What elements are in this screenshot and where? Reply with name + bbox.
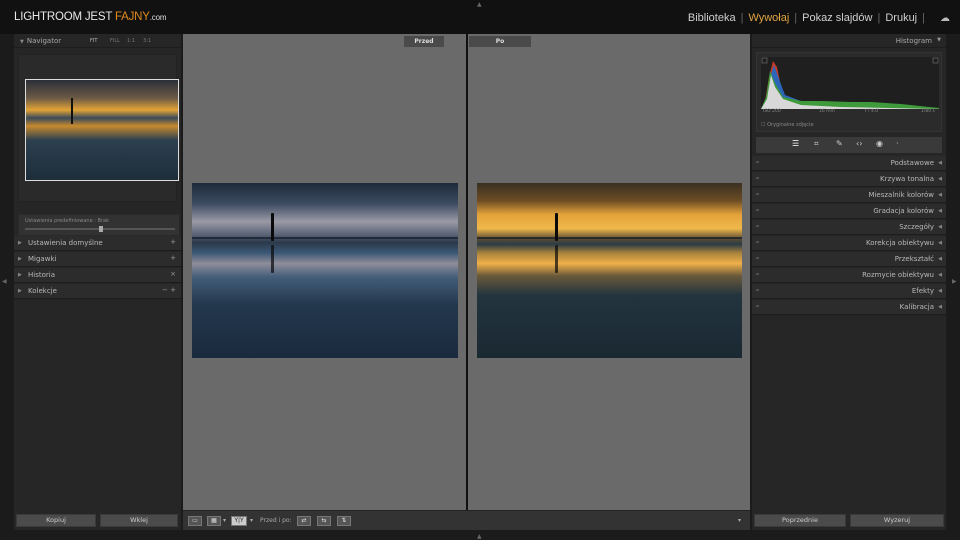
clear-history-button[interactable]: × (170, 270, 176, 278)
reset-button[interactable]: Wyzeruj (850, 514, 944, 527)
previous-button[interactable]: Poprzednie (754, 514, 846, 527)
histogram-header[interactable]: Histogram ▼ (752, 34, 946, 48)
module-wywolaj[interactable]: Wywołaj (748, 12, 789, 24)
section-transform[interactable]: ═ Przekształć ◀ (752, 252, 946, 267)
healing-icon[interactable]: ✎ (836, 139, 843, 148)
section-effects[interactable]: ═ Efekty ◀ (752, 284, 946, 299)
navigator-preview[interactable] (18, 54, 179, 202)
section-lens-corrections[interactable]: ═ Korekcja obiektywu ◀ (752, 236, 946, 251)
histogram-title: Histogram (895, 37, 932, 45)
collapse-arrow-icon: ▼ (937, 37, 941, 43)
person-silhouette (271, 213, 274, 241)
section-color-grading[interactable]: ═ Gradacja kolorów ◀ (752, 204, 946, 219)
expand-arrow-icon: ▶ (18, 288, 22, 294)
module-pokaz-slajdow[interactable]: Pokaz slajdów (802, 12, 872, 24)
zoom-3-1[interactable]: 3:1 (143, 38, 151, 44)
edit-sliders-icon[interactable]: ☰ (792, 139, 799, 148)
section-color-mixer[interactable]: ═ Mieszalnik kolorów ◀ (752, 188, 946, 203)
section-history[interactable]: ▶ Historia × (14, 268, 181, 283)
center-toolbar: ▭ ▦ ▾ Y|Y ▾ Przed i po: ⇄ ⇆ ⇅ ▾ (183, 510, 750, 530)
more-icon[interactable]: · (896, 139, 899, 148)
person-reflection (271, 245, 274, 273)
identity-bar: LIGHTROOM JEST FAJNY.com Biblioteka | Wywo… (0, 0, 960, 34)
after-photo[interactable] (477, 183, 742, 358)
left-panel-toggle-icon[interactable]: ◀ (2, 278, 7, 285)
top-panel-toggle-icon[interactable]: ▲ (477, 1, 482, 8)
lightroom-window: LIGHTROOM JEST FAJNY.com Biblioteka | Wywo… (0, 0, 960, 540)
left-bottom-buttons: Kopiuj Wklej (14, 512, 181, 530)
after-label: Po (469, 36, 531, 47)
zoom-fill[interactable]: FILL (110, 38, 120, 44)
navigator-header[interactable]: ▼ Navigator FIT FILL 1:1 3:1 (14, 34, 181, 48)
section-basic[interactable]: ═ Podstawowe ◀ (752, 156, 946, 171)
expand-arrow-icon: ▶ (18, 272, 22, 278)
preset-amount-slider[interactable]: Ustawienia predefiniowane : Brak (18, 214, 180, 236)
mask-icon[interactable]: ‹› (856, 139, 862, 148)
compare-divider (466, 34, 468, 510)
collection-controls[interactable]: − + (162, 286, 176, 294)
navigator-title: Navigator (26, 37, 62, 45)
right-panel-toggle-icon[interactable]: ▶ (952, 278, 957, 285)
add-preset-button[interactable]: + (170, 238, 176, 246)
compare-view: Przed Po (183, 34, 750, 510)
swap-button[interactable]: ⇅ (337, 516, 351, 526)
loupe-view-button[interactable]: ▭ (188, 516, 202, 526)
crop-icon[interactable]: ⌗ (814, 139, 819, 149)
before-after-label: Przed i po: (260, 517, 292, 524)
before-after-view-button[interactable]: Y|Y (231, 516, 247, 526)
section-calibration[interactable]: ═ Kalibracja ◀ (752, 300, 946, 315)
expand-arrow-icon: ▶ (18, 256, 22, 262)
zoom-1-1[interactable]: 1:1 (127, 38, 135, 44)
zoom-fit[interactable]: FIT (90, 38, 97, 44)
copy-button[interactable]: Kopiuj (16, 514, 96, 527)
right-bottom-buttons: Poprzednie Wyzeruj (752, 512, 946, 530)
original-photo-checkbox[interactable]: ☐ Oryginalne zdjęcie (761, 122, 814, 128)
copy-before-to-after-button[interactable]: ⇄ (297, 516, 311, 526)
paste-button[interactable]: Wklej (100, 514, 178, 527)
section-lens-blur[interactable]: ═ Rozmycie obiektywu ◀ (752, 268, 946, 283)
section-detail[interactable]: ═ Szczegóły ◀ (752, 220, 946, 235)
cloud-sync-icon[interactable]: ☁ (940, 13, 950, 24)
right-panel: Histogram ▼ ISO 200 16 mm f / 4.0 1/80 s… (752, 34, 946, 530)
add-snapshot-button[interactable]: + (170, 254, 176, 262)
module-drukuj[interactable]: Drukuj (885, 12, 917, 24)
before-photo[interactable] (192, 183, 458, 358)
section-collections[interactable]: ▶ Kolekcje − + (14, 284, 181, 299)
copy-after-to-before-button[interactable]: ⇆ (317, 516, 331, 526)
histogram-graph (761, 57, 939, 109)
section-presets[interactable]: ▶ Ustawienia domyślne + (14, 236, 181, 251)
view-mode-dropdown-icon[interactable]: ▾ (250, 517, 253, 524)
view-dropdown-icon[interactable]: ▾ (223, 517, 226, 524)
grid-view-button[interactable]: ▦ (207, 516, 221, 526)
filmstrip-toggle-icon[interactable]: ▲ (477, 533, 482, 540)
navigator-thumbnail[interactable] (25, 79, 179, 181)
expand-arrow-icon: ▶ (18, 240, 22, 246)
module-picker: Biblioteka | Wywołaj | Pokaz slajdów | Drukuj | (687, 12, 925, 24)
module-biblioteka[interactable]: Biblioteka (688, 12, 736, 24)
red-eye-icon[interactable]: ◉ (876, 139, 883, 148)
develop-tool-strip: ☰ ⌗ ✎ ‹› ◉ · (756, 137, 942, 153)
slider-knob[interactable] (99, 226, 103, 232)
before-label: Przed (404, 36, 444, 47)
left-panel: ▼ Navigator FIT FILL 1:1 3:1 Ustawienia p… (14, 34, 181, 530)
section-snapshots[interactable]: ▶ Migawki + (14, 252, 181, 267)
person-silhouette (555, 213, 558, 241)
person-reflection (555, 245, 558, 273)
section-tone-curve[interactable]: ═ Krzywa tonalna ◀ (752, 172, 946, 187)
toolbar-menu-icon[interactable]: ▾ (738, 517, 741, 524)
app-logo: LIGHTROOM JEST FAJNY.com (14, 11, 167, 23)
histogram[interactable]: ISO 200 16 mm f / 4.0 1/80 s ☐ Oryginaln… (756, 52, 942, 132)
